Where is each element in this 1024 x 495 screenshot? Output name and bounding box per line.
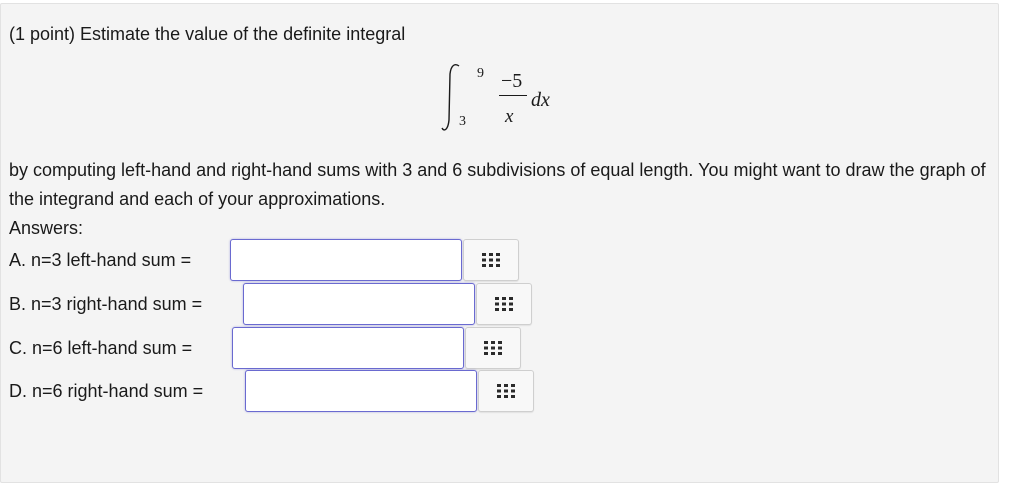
equation-palette-icon [497, 384, 515, 398]
answer-input-b[interactable] [243, 283, 475, 325]
equation-palette-button[interactable] [478, 370, 534, 412]
answer-label: D. n=6 right-hand sum = [9, 381, 204, 401]
answers-label: Answers: [9, 218, 84, 238]
equation-palette-button[interactable] [463, 239, 519, 281]
equation-palette-button[interactable] [465, 327, 521, 369]
integrand-denominator: x [505, 106, 514, 127]
problem-instructions: by computing left-hand and right-hand su… [9, 160, 986, 209]
answer-label: C. n=6 left-hand sum = [9, 338, 193, 358]
integral-differential: dx [531, 89, 550, 111]
integral-lower-limit: 3 [459, 114, 466, 129]
answer-label: A. n=3 left-hand sum = [9, 250, 192, 270]
equation-palette-icon [495, 297, 513, 311]
answer-input-c[interactable] [232, 327, 464, 369]
problem-header: (1 point) Estimate the value of the defi… [9, 24, 406, 44]
equation-palette-icon [484, 341, 502, 355]
problem-panel: (1 point) Estimate the value of the defi… [0, 3, 999, 483]
answer-input-a[interactable] [230, 239, 462, 281]
answer-label: B. n=3 right-hand sum = [9, 294, 203, 314]
equation-palette-icon [482, 253, 500, 267]
integral-expression: 9 3 −5 x dx [441, 62, 581, 134]
answer-input-d[interactable] [245, 370, 477, 412]
fraction-bar [499, 95, 527, 96]
integral-upper-limit: 9 [477, 66, 484, 81]
integrand-numerator: −5 [501, 70, 523, 92]
equation-palette-button[interactable] [476, 283, 532, 325]
